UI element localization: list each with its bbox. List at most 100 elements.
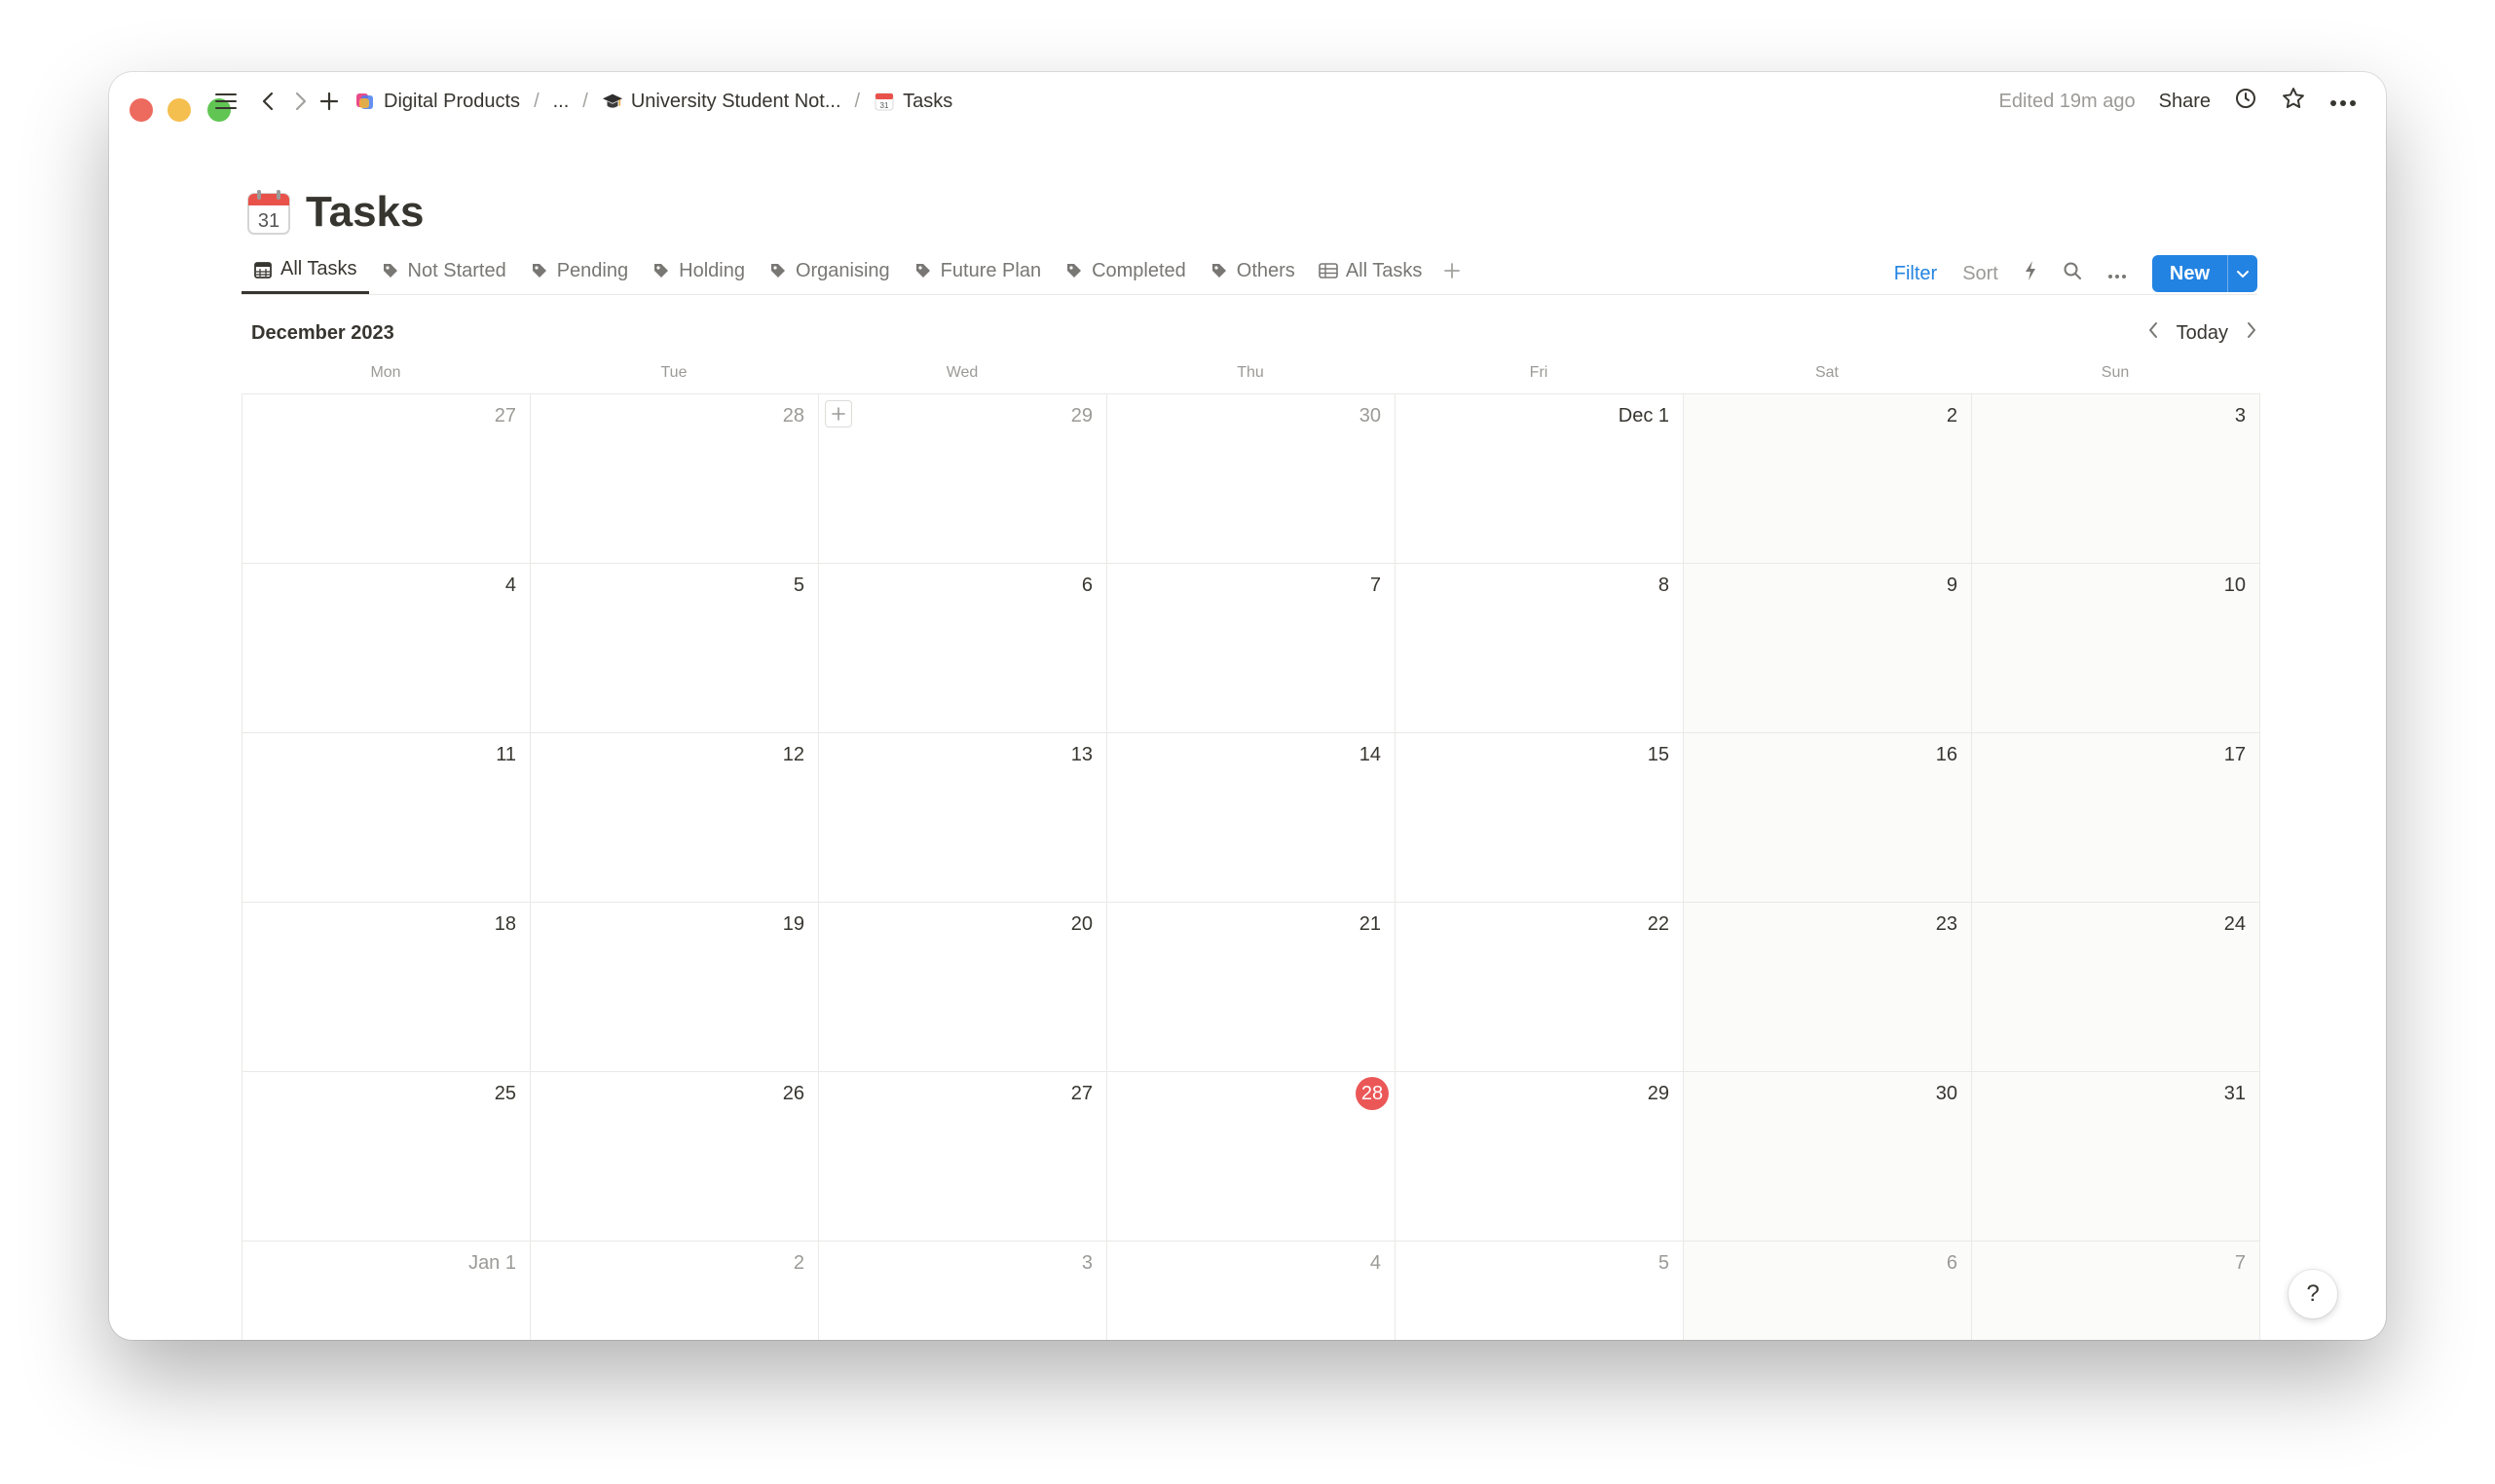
- table-icon: [1319, 261, 1338, 280]
- calendar-day-cell[interactable]: 19: [531, 903, 819, 1072]
- calendar-day-cell[interactable]: 30: [1684, 1072, 1972, 1242]
- forward-arrow-icon[interactable]: [290, 86, 312, 117]
- calendar-day-cell[interactable]: 2: [531, 1242, 819, 1340]
- topbar: Digital Products / ... / University Stud…: [109, 72, 2386, 130]
- calendar-day-cell[interactable]: 14: [1107, 733, 1396, 903]
- search-icon[interactable]: [2063, 261, 2082, 286]
- calendar-day-cell[interactable]: 25: [242, 1072, 531, 1242]
- close-window-button[interactable]: [130, 98, 153, 122]
- calendar-day-cell[interactable]: 4: [1107, 1242, 1396, 1340]
- calendar-day-cell[interactable]: 30: [1107, 394, 1396, 564]
- calendar-day-cell[interactable]: 28: [531, 394, 819, 564]
- calendar-day-cell[interactable]: 28: [1107, 1072, 1396, 1242]
- calendar-day-cell[interactable]: 31: [1972, 1072, 2260, 1242]
- today-button[interactable]: Today: [2177, 322, 2228, 345]
- day-number: 24: [2223, 913, 2246, 935]
- tab-future-plan[interactable]: Future Plan: [902, 247, 1053, 294]
- calendar-day-cell[interactable]: 21: [1107, 903, 1396, 1072]
- new-page-plus-icon[interactable]: [317, 86, 341, 117]
- tab-all-tasks-table[interactable]: All Tasks: [1307, 247, 1434, 294]
- minimize-window-button[interactable]: [168, 98, 191, 122]
- database-views-bar: All Tasks Not Started Pending Holding Or…: [242, 247, 2257, 295]
- calendar-day-cell[interactable]: 3: [819, 1242, 1107, 1340]
- calendar-day-cell[interactable]: 22: [1396, 903, 1684, 1072]
- day-number: 3: [2234, 405, 2246, 427]
- chevron-down-icon[interactable]: [2227, 255, 2257, 292]
- calendar-day-cell[interactable]: 12: [531, 733, 819, 903]
- calendar-header: December 2023 Today: [251, 314, 2257, 352]
- day-number: 5: [1657, 1252, 1669, 1274]
- calendar-day-cell[interactable]: 29: [819, 394, 1107, 564]
- favorite-star-icon[interactable]: [2281, 86, 2306, 117]
- calendar-day-cell[interactable]: 5: [1396, 1242, 1684, 1340]
- calendar-day-cell[interactable]: 13: [819, 733, 1107, 903]
- breadcrumb-ellipsis[interactable]: ...: [553, 91, 570, 113]
- tab-organising[interactable]: Organising: [757, 247, 902, 294]
- new-button-label[interactable]: New: [2152, 255, 2227, 292]
- calendar-day-cell[interactable]: 10: [1972, 564, 2260, 733]
- tab-others[interactable]: Others: [1198, 247, 1307, 294]
- calendar-day-cell[interactable]: 20: [819, 903, 1107, 1072]
- breadcrumb-label: Digital Products: [384, 90, 521, 112]
- previous-month-chevron-icon[interactable]: [2147, 320, 2159, 346]
- calendar-day-cell[interactable]: 24: [1972, 903, 2260, 1072]
- tab-completed[interactable]: Completed: [1053, 247, 1198, 294]
- sort-button[interactable]: Sort: [1962, 263, 1998, 285]
- calendar-day-cell[interactable]: 7: [1107, 564, 1396, 733]
- calendar-day-cell[interactable]: 23: [1684, 903, 1972, 1072]
- calendar-day-cell[interactable]: 26: [531, 1072, 819, 1242]
- more-options-icon[interactable]: [2329, 91, 2357, 113]
- view-tools: Filter Sort New: [1894, 255, 2257, 292]
- filter-button[interactable]: Filter: [1894, 263, 1937, 285]
- tab-holding[interactable]: Holding: [640, 247, 757, 294]
- calendar-day-cell[interactable]: 2: [1684, 394, 1972, 564]
- breadcrumb-separator: /: [582, 90, 588, 112]
- page-title[interactable]: Tasks: [306, 188, 425, 237]
- add-task-plus-icon[interactable]: [825, 400, 852, 427]
- tab-pending[interactable]: Pending: [518, 247, 640, 294]
- calendar-day-cell[interactable]: 27: [819, 1072, 1107, 1242]
- help-button[interactable]: ?: [2289, 1270, 2337, 1318]
- breadcrumb-digital-products[interactable]: Digital Products: [354, 91, 520, 113]
- view-more-options-icon[interactable]: [2107, 263, 2127, 285]
- next-month-chevron-icon[interactable]: [2246, 320, 2257, 346]
- calendar-day-cell[interactable]: 4: [242, 564, 531, 733]
- calendar-day-cell[interactable]: Jan 1: [242, 1242, 531, 1340]
- calendar-day-cell[interactable]: 8: [1396, 564, 1684, 733]
- breadcrumb-university-student-notes[interactable]: University Student Not...: [602, 91, 841, 113]
- calendar-day-cell[interactable]: 5: [531, 564, 819, 733]
- day-number: 19: [782, 913, 804, 935]
- calendar-day-cell[interactable]: Dec 1: [1396, 394, 1684, 564]
- breadcrumb-tasks[interactable]: 31 Tasks: [874, 91, 952, 113]
- day-number: 18: [494, 913, 516, 935]
- calendar-icon[interactable]: 31: [245, 188, 292, 237]
- calendar-day-cell[interactable]: 9: [1684, 564, 1972, 733]
- add-view-plus-icon[interactable]: [1434, 247, 1471, 294]
- calendar-day-cell[interactable]: 3: [1972, 394, 2260, 564]
- calendar-day-cell[interactable]: 27: [242, 394, 531, 564]
- day-number: 8: [1657, 575, 1669, 596]
- tab-not-started[interactable]: Not Started: [369, 247, 518, 294]
- calendar-day-cell[interactable]: 15: [1396, 733, 1684, 903]
- tab-all-tasks-calendar[interactable]: All Tasks: [242, 247, 369, 294]
- calendar-day-cell[interactable]: 16: [1684, 733, 1972, 903]
- share-button[interactable]: Share: [2159, 91, 2211, 113]
- topbar-actions: Edited 19m ago Share: [1999, 84, 2357, 119]
- new-button[interactable]: New: [2151, 255, 2257, 292]
- day-number: 29: [1070, 405, 1093, 427]
- day-number: 7: [2234, 1252, 2246, 1274]
- calendar-day-cell[interactable]: 29: [1396, 1072, 1684, 1242]
- day-number: 6: [1081, 575, 1093, 596]
- calendar-day-cell[interactable]: 6: [1684, 1242, 1972, 1340]
- automation-lightning-icon[interactable]: [2024, 260, 2037, 287]
- calendar-day-cell[interactable]: 11: [242, 733, 531, 903]
- calendar-day-cell[interactable]: 6: [819, 564, 1107, 733]
- weekday-label: Wed: [946, 364, 979, 381]
- calendar-day-cell[interactable]: 7: [1972, 1242, 2260, 1340]
- breadcrumb: Digital Products / ... / University Stud…: [354, 86, 952, 117]
- sidebar-toggle-icon[interactable]: [212, 86, 240, 117]
- history-clock-icon[interactable]: [2234, 87, 2257, 116]
- calendar-day-cell[interactable]: 17: [1972, 733, 2260, 903]
- back-arrow-icon[interactable]: [257, 86, 279, 117]
- calendar-day-cell[interactable]: 18: [242, 903, 531, 1072]
